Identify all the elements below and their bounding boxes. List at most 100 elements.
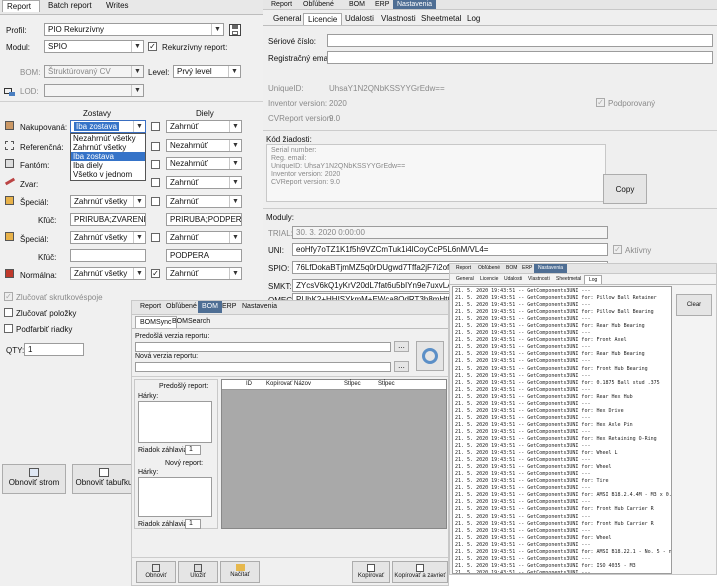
tab-report[interactable]: Report [2,0,40,12]
tab-erp[interactable]: ERP [371,0,393,9]
tab-general[interactable]: General [452,275,478,284]
trial-input[interactable]: 30. 3. 2020 0:00:00 [292,226,608,239]
obnovit-strom-button[interactable]: Obnoviť strom [2,464,66,494]
zlucovat-skrutky-checkbox[interactable]: ✓ [4,292,13,301]
tab-licencie[interactable]: Licencie [476,275,502,284]
row-label-kluc-1: Kľúč: [38,216,57,225]
nakupovana-diely-select[interactable]: Zahrnúť ▼ [166,120,242,133]
uni-input[interactable]: eoHfy7oTZ1K1f5h9VZCmTuk1i4lCoyCcP5L6nM/V… [292,243,608,256]
referencna-diely-select[interactable]: Nezahrnúť ▼ [166,139,242,152]
table-header-cell[interactable]: ID [246,380,252,389]
dropdown-option[interactable]: Všetko v jednom [71,170,145,179]
tab-log[interactable]: Log [463,13,484,25]
ulozit-button[interactable]: Uložiť [178,561,218,583]
nacitat-button[interactable]: Načítať [220,561,260,583]
tab-vlastnosti[interactable]: Vlastnosti [524,275,554,284]
special2-zostavy-select[interactable]: Zahrnúť všetky ▼ [70,231,146,244]
special1-checkbox[interactable] [151,197,160,206]
obnovit-tabulku-button[interactable]: Obnoviť tabuľku [72,464,136,494]
kopirovat-button[interactable]: Kopírovať [352,561,390,583]
special1-zostavy-select[interactable]: Zahrnúť všetky ▼ [70,195,146,208]
normalna-zostavy-select[interactable]: Zahrnúť všetky ▼ [70,267,146,280]
copy-button[interactable]: Copy [603,174,647,204]
zlucovat-polozky-checkbox[interactable] [4,308,13,317]
kluc1-zostavy-input[interactable]: PRIRUBA;ZVARENEC [70,213,146,226]
dropdown-option[interactable]: Iba diely [71,161,145,170]
sync-compare-button[interactable] [416,341,444,371]
dropdown-option-selected[interactable]: Iba zostava [71,152,145,161]
kluc2-diely-input[interactable]: PODPERA [166,249,242,262]
podporovany-checkbox[interactable]: ✓ [596,98,605,107]
level-select[interactable]: Prvý level ▼ [173,65,241,78]
tab-sheetmetal[interactable]: Sheetmetal [417,13,465,25]
tab-report[interactable]: Report [267,0,296,9]
save-profile-icon[interactable] [229,24,241,36]
lod-label: LOD: [20,87,39,96]
nova-browse-button[interactable]: ... [394,361,409,372]
novy-harky-list[interactable] [138,477,212,517]
tab-udalosti[interactable]: Udalosti [500,275,526,284]
nakupovana-zostavy-select[interactable]: Iba zostava ▼ [70,120,146,133]
tab-licencie[interactable]: Licencie [303,13,343,25]
riadok-zahlavia-input-1[interactable]: 1 [185,445,201,455]
referencna-checkbox[interactable] [151,142,160,151]
tab-nastavenia[interactable]: Nastavenia [393,0,437,9]
special1-diely-select[interactable]: Zahrnúť ▼ [166,195,242,208]
aktivny-checkbox[interactable]: ✓ [613,245,622,254]
zvar-diely-select[interactable]: Zahrnúť ▼ [166,176,242,189]
lod-select[interactable]: ▼ [44,84,144,97]
registracny-email-input[interactable] [327,51,713,64]
kopirovat-zavriet-label: Kopírovať a zavrieť [394,573,446,579]
tab-vlastnosti[interactable]: Vlastnosti [377,13,420,25]
tab-nastavenia[interactable]: Nastavenia [238,301,281,313]
tab-sheetmetal[interactable]: Sheetmetal [552,275,585,284]
kluc1-diely-input[interactable]: PRIRUBA;PODPERA [166,213,242,226]
dropdown-option[interactable]: Zahrnúť všetky [71,143,145,152]
fantom-checkbox[interactable] [151,160,160,169]
compare-table[interactable]: ID Kopírovať Názov Stĺpec Stĺpec [221,379,447,529]
tab-oblubene[interactable]: Obľúbené [474,264,504,273]
modul-select[interactable]: SPIO ▼ [44,40,144,53]
normalna-diely-select[interactable]: Zahrnúť ▼ [166,267,242,280]
clear-button[interactable]: Clear [676,294,712,316]
fantom-diely-select[interactable]: Nezahrnúť ▼ [166,157,242,170]
podfarbit-checkbox[interactable] [4,324,13,333]
tab-general[interactable]: General [269,13,305,25]
tab-bom[interactable]: BOM [345,0,369,9]
seriove-cislo-input[interactable] [327,34,713,47]
tab-report[interactable]: Report [136,301,165,313]
special2-checkbox[interactable] [151,233,160,242]
table-header-cell[interactable]: Kopírovať [266,380,292,389]
tab-nastavenia[interactable]: Nastavenia [534,264,568,273]
bom-select[interactable]: Štruktúrovaný CV ▼ [44,65,144,78]
request-code-box[interactable]: Serial number: Reg. email: UniqueID: Uhs… [266,144,606,202]
zvar-checkbox[interactable] [151,178,160,187]
log-textarea[interactable]: 21. 5. 2020 19:43:51 -- GetComponents3UN… [452,286,672,574]
nakupovana-checkbox[interactable] [151,122,160,131]
kopirovat-zavriet-button[interactable]: Kopírovať a zavrieť [392,561,448,583]
predosla-browse-button[interactable]: ... [394,341,409,352]
tab-writes[interactable]: Writes [102,0,133,12]
tab-log[interactable]: Log [584,275,603,284]
predosly-harky-list[interactable] [138,401,212,443]
nova-verzia-input[interactable] [135,362,391,372]
tab-batch-report[interactable]: Batch report [44,0,96,12]
dropdown-option[interactable]: Nezahrnúť všetky [71,134,145,143]
table-header-cell[interactable]: Stĺpec [378,380,395,389]
tab-udalosti[interactable]: Udalosti [341,13,378,25]
qty-input[interactable]: 1 [24,343,84,356]
riadok-zahlavia-input-2[interactable]: 1 [185,519,201,529]
tab-report[interactable]: Report [452,264,475,273]
rekurzivny-checkbox[interactable]: ✓ [148,42,157,51]
tab-oblubene[interactable]: Obľúbené [162,301,201,313]
table-header-cell[interactable]: Stĺpec [344,380,361,389]
profil-select[interactable]: PIO Rekurzívny ▼ [44,23,224,36]
table-header-cell[interactable]: Názov [294,380,311,389]
predosla-verzia-input[interactable] [135,342,391,352]
tab-oblubene[interactable]: Obľúbené [299,0,338,9]
special2-diely-select[interactable]: Zahrnúť ▼ [166,231,242,244]
tab-bomsearch[interactable]: BOMSearch [168,316,214,328]
kluc2-zostavy-input[interactable] [70,249,146,262]
normalna-checkbox[interactable]: ✓ [151,269,160,278]
obnovit-button[interactable]: Obnoviť [136,561,176,583]
